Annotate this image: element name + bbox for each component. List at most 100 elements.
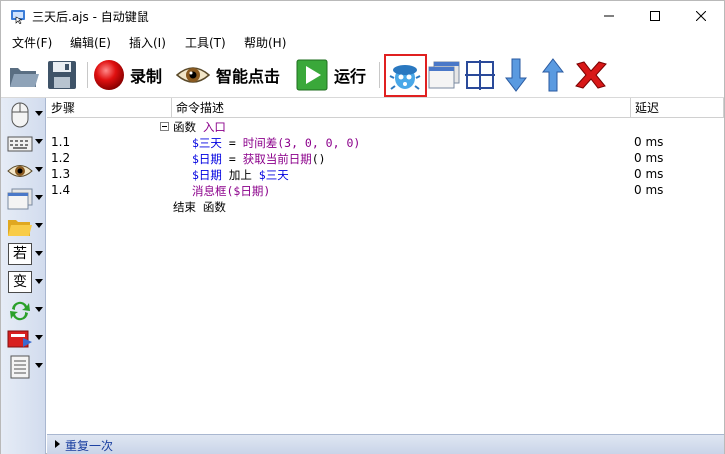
arguments: ($日期) (226, 184, 271, 198)
run-button[interactable]: 运行 (296, 56, 366, 94)
toolbar-separator (87, 62, 88, 88)
arguments: (3, 0, 0, 0) (277, 136, 361, 150)
palette-folder[interactable] (5, 214, 45, 240)
collapse-toggle[interactable] (160, 122, 169, 131)
step-number: 1.2 (51, 151, 71, 165)
folder-icon (8, 220, 32, 236)
toolbar-separator (379, 62, 380, 88)
palette-window[interactable] (5, 186, 45, 212)
function-call: 时间差 (242, 136, 278, 150)
repeat-label[interactable]: 重复一次 (65, 437, 113, 454)
window-icon (428, 61, 460, 89)
table-row[interactable]: 1.1 $三天 = 时间差(3, 0, 0, 0) 0 ms (47, 135, 724, 151)
delete-button[interactable] (574, 56, 608, 94)
smart-click-button[interactable]: 智能点击 (176, 56, 280, 94)
window-icon (7, 188, 33, 210)
function-call: 获取当前日期 (242, 152, 312, 166)
menu-insert[interactable]: 插入(I) (129, 34, 166, 51)
table-row[interactable]: 1.3 $日期 加上 $三天 0 ms (47, 167, 724, 183)
record-button[interactable]: 录制 (93, 56, 162, 94)
table-row-function-end[interactable]: 结束 函数 (47, 199, 724, 215)
mouse-icon (11, 102, 29, 128)
operator: = (221, 136, 243, 150)
delay-value: 0 ms (634, 167, 664, 181)
table-row[interactable]: 1.2 $日期 = 获取当前日期() 0 ms (47, 151, 724, 167)
palette-loop[interactable] (5, 298, 45, 324)
app-window: 三天后.ajs - 自动键鼠 文件(F) 编辑(E) 插入(I) 工具(T) 帮… (0, 0, 725, 454)
smart-click-label: 智能点击 (216, 67, 281, 86)
palette-document[interactable] (5, 354, 45, 380)
table-row-function[interactable]: 函数 入口 (47, 119, 724, 135)
loop-arrows-icon (10, 301, 30, 321)
maximize-button[interactable] (632, 1, 678, 31)
eye-icon (7, 165, 33, 177)
keyboard-icon (7, 136, 33, 152)
function-keyword: 函数 (173, 120, 196, 134)
minimize-button[interactable] (586, 1, 632, 31)
dropdown-arrow-icon (35, 167, 43, 172)
move-down-button[interactable] (505, 56, 527, 94)
dropdown-arrow-icon (35, 139, 43, 144)
dropdown-arrow-icon (35, 223, 43, 228)
step-number: 1.3 (51, 167, 71, 181)
maximize-icon (650, 11, 660, 21)
column-header-command[interactable]: 命令描述 (172, 98, 631, 118)
palette-mouse[interactable] (5, 102, 45, 128)
palette-eye[interactable] (5, 158, 45, 184)
delay-value: 0 ms (634, 151, 664, 165)
palette-variable[interactable]: 变 (5, 270, 45, 296)
run-label: 运行 (334, 67, 367, 86)
delay-value: 0 ms (634, 183, 664, 197)
variable-name: $日期 (192, 168, 222, 182)
toolbar: 录制 智能点击 运行 (1, 52, 724, 98)
operator: = (221, 152, 243, 166)
palette-keyboard[interactable] (5, 130, 45, 156)
table-row[interactable]: 1.4 消息框($日期) 0 ms (47, 183, 724, 199)
highlight-box (384, 54, 427, 97)
crosshair-icon (465, 60, 495, 90)
move-up-button[interactable] (542, 56, 564, 94)
eye-icon (176, 67, 210, 83)
menu-file[interactable]: 文件(F) (12, 34, 52, 51)
open-folder-icon (10, 68, 39, 87)
play-icon (296, 59, 328, 91)
document-icon (10, 355, 30, 379)
app-icon (11, 10, 25, 24)
crosshair-button[interactable] (465, 56, 495, 94)
column-header-delay[interactable]: 延迟 (631, 98, 724, 118)
dropdown-arrow-icon (35, 307, 43, 312)
function-end: 结束 函数 (173, 200, 226, 214)
delay-value: 0 ms (634, 135, 664, 149)
repeat-bar[interactable]: 重复一次 (47, 434, 724, 454)
delete-x-icon (575, 61, 607, 89)
window-button[interactable] (428, 56, 460, 94)
menu-help[interactable]: 帮助(H) (244, 34, 286, 51)
variable-name: $日期 (192, 152, 222, 166)
operator: 加上 (221, 168, 259, 182)
arguments: () (311, 152, 326, 166)
column-header-step[interactable]: 步骤 (47, 98, 172, 118)
dropdown-arrow-icon (35, 279, 43, 284)
palette-message[interactable] (5, 326, 45, 352)
command-table: 步骤 命令描述 延迟 函数 入口 1.1 $三天 = 时间差(3, 0, 0, … (47, 98, 724, 434)
open-button[interactable] (8, 56, 40, 94)
step-number: 1.4 (51, 183, 71, 197)
menu-tools[interactable]: 工具(T) (185, 34, 226, 51)
menu-edit[interactable]: 编辑(E) (70, 34, 111, 51)
command-palette: 若 变 (1, 98, 46, 454)
record-label: 录制 (130, 67, 163, 86)
palette-if[interactable]: 若 (5, 242, 45, 268)
step-number: 1.1 (51, 135, 71, 149)
save-disk-icon (48, 61, 76, 89)
arrow-down-icon (505, 58, 527, 92)
record-icon (94, 60, 124, 90)
message-icon (7, 330, 32, 348)
save-button[interactable] (46, 56, 78, 94)
dropdown-arrow-icon (35, 251, 43, 256)
close-button[interactable] (678, 1, 724, 31)
function-name: 入口 (202, 120, 226, 134)
if-icon: 若 (8, 243, 32, 265)
dropdown-arrow-icon (35, 111, 43, 116)
arrow-up-icon (542, 58, 564, 92)
function-call: 消息框 (192, 184, 227, 198)
